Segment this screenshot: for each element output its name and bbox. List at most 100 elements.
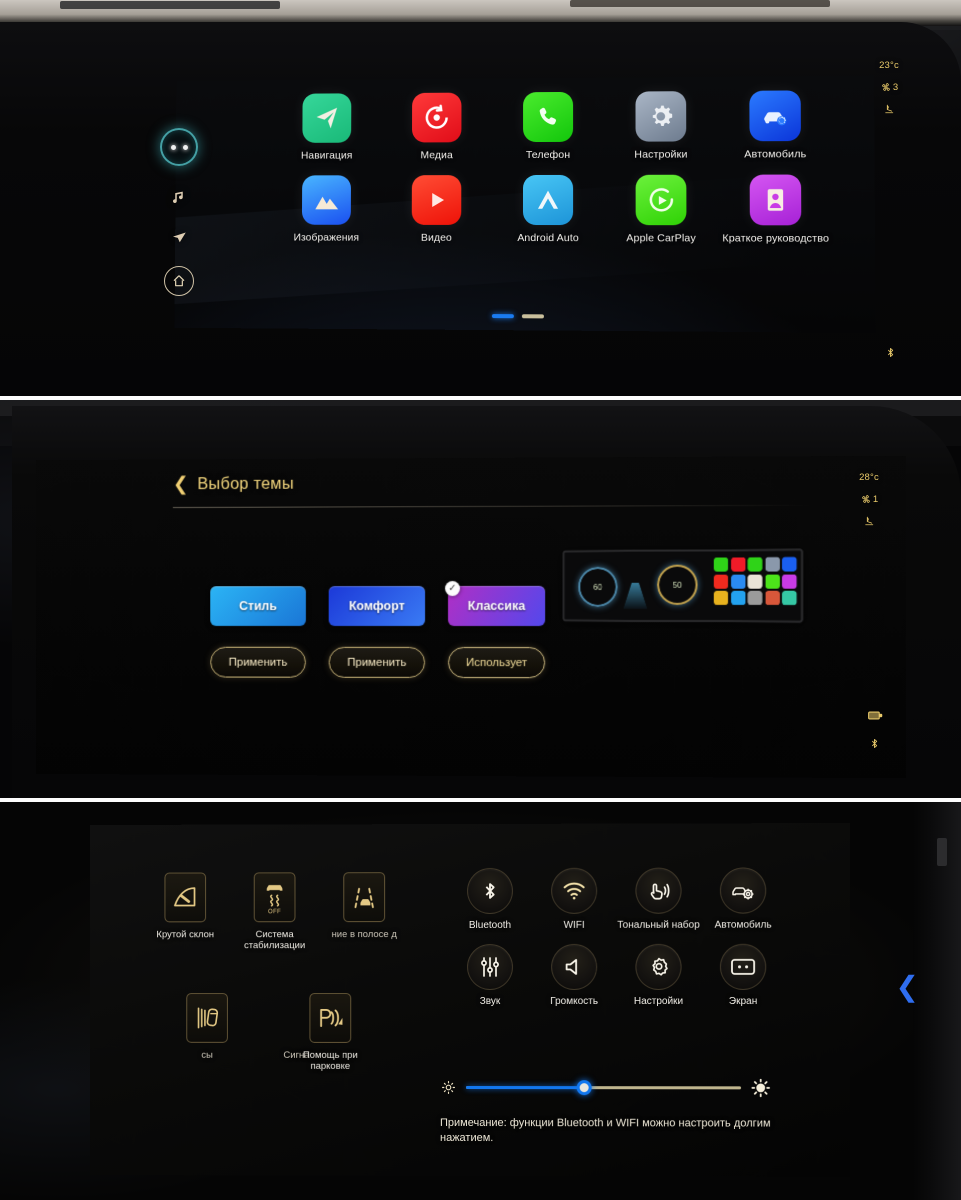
panel-theme-selection: ❮ Выбор темы Стиль Комфорт ✓ Классика Пр… <box>0 400 961 798</box>
app-settings[interactable]: Настройки <box>604 91 718 161</box>
theme-card-comfort[interactable]: Комфорт <box>328 586 426 626</box>
car-settings-icon <box>719 867 767 914</box>
quick-toggle-label: WIFI <box>563 919 585 931</box>
app-apple-carplay[interactable]: Apple CarPlay <box>604 174 718 245</box>
quick-toggle-label: Тональный набор <box>617 919 700 931</box>
display-bezel-right <box>913 802 961 1200</box>
fan-speed: 1 <box>860 493 878 505</box>
theme-action-row: Применить Применить Использует <box>210 646 546 679</box>
app-android-auto[interactable]: Android Auto <box>492 174 604 245</box>
app-label: Apple CarPlay <box>626 232 696 245</box>
vehicle-function-label: Помощь при парковке <box>302 1049 358 1072</box>
vehicle-function-blind-spot[interactable]: сы <box>173 993 240 1072</box>
vehicle-functions-row: Крутой склон OFF Система стабилизации ни… <box>152 872 399 951</box>
app-label: Краткое руководство <box>722 232 830 245</box>
panel-divider <box>0 798 961 802</box>
infotainment-display: ❮ Выбор темы Стиль Комфорт ✓ Классика Пр… <box>36 455 906 779</box>
app-label: Автомобиль <box>744 148 807 161</box>
theme-preview-thumbnail[interactable]: 60 50 <box>562 548 804 623</box>
quick-toggle-screen[interactable]: Экран <box>701 943 786 1007</box>
quick-toggle-vehicle[interactable]: Автомобиль <box>701 867 786 931</box>
touch-tone-icon <box>635 867 682 914</box>
quick-toggle-wifi[interactable]: WIFI <box>532 867 616 932</box>
panel-quick-settings: Крутой склон OFF Система стабилизации ни… <box>0 802 961 1200</box>
app-phone[interactable]: Телефон <box>492 91 604 161</box>
page-dot-active[interactable] <box>491 314 514 319</box>
vehicle-functions-row: сы Сигна Помощь при парковке <box>173 993 398 1072</box>
quick-toggle-volume[interactable]: Громкость <box>532 943 616 1007</box>
chevron-left-icon[interactable]: ❮ <box>173 474 189 495</box>
vehicle-function-stability-control[interactable]: OFF Система стабилизации <box>241 872 309 951</box>
quick-guide-icon <box>749 174 802 226</box>
settings-gear-icon <box>635 91 687 142</box>
apple-carplay-icon <box>635 174 687 226</box>
seat-heating-icon <box>883 103 896 116</box>
preview-car-graphic <box>623 583 647 609</box>
hill-descent-icon <box>164 872 207 923</box>
settings-gear-icon <box>635 943 682 990</box>
voice-assistant-orb-icon[interactable] <box>160 128 198 166</box>
quick-toggle-label: Настройки <box>633 995 684 1007</box>
quick-toggle-label: Bluetooth <box>468 919 512 931</box>
quick-toggle-sound[interactable]: Звук <box>448 943 532 1007</box>
selected-check-icon: ✓ <box>445 581 461 597</box>
app-label: Android Auto <box>517 232 579 245</box>
car-settings-icon <box>749 90 801 142</box>
vehicle-function-label: Система стабилизации <box>244 929 306 952</box>
page-dot-inactive[interactable] <box>521 314 544 319</box>
gauge-right-value: 50 <box>672 580 682 590</box>
lane-keeping-icon <box>343 872 386 923</box>
vehicle-function-hill-descent[interactable]: Крутой склон <box>152 872 219 951</box>
app-quick-guide[interactable]: Краткое руководство <box>718 174 834 245</box>
fan-speed-value: 1 <box>872 493 879 505</box>
quick-toggle-label: Громкость <box>550 995 599 1007</box>
theme-chooser: Стиль Комфорт ✓ Классика Применить Приме… <box>210 581 546 679</box>
page-title: Выбор темы <box>197 474 294 494</box>
app-navigation[interactable]: Навигация <box>272 93 382 162</box>
brightness-low-icon <box>440 1078 457 1095</box>
theme-card-style[interactable]: Стиль <box>210 586 306 626</box>
preview-gauge-right: 50 <box>657 564 698 605</box>
app-media[interactable]: Медиа <box>381 92 492 161</box>
page-indicator[interactable] <box>175 312 876 321</box>
quick-toggle-touch-tone[interactable]: Тональный набор <box>616 867 700 932</box>
home-icon[interactable] <box>164 266 194 296</box>
quick-toggle-label: Автомобиль <box>714 919 772 931</box>
music-note-icon[interactable] <box>170 188 188 206</box>
theme-label: Стиль <box>239 599 277 614</box>
app-label: Изображения <box>293 231 360 244</box>
infotainment-display: Навигация Медиа Телефон Настройки Автомо… <box>174 75 876 333</box>
panel-home-screen: Навигация Медиа Телефон Настройки Автомо… <box>0 0 961 396</box>
battery-icon <box>868 710 883 721</box>
side-rail <box>160 128 198 296</box>
vehicle-function-lane-keeping[interactable]: ние в полосе д <box>330 872 398 951</box>
images-icon <box>301 175 351 225</box>
theme-card-classic[interactable]: ✓ Классика <box>445 581 546 627</box>
vehicle-function-label: ние в полосе д <box>331 929 397 941</box>
brightness-track[interactable] <box>466 1079 742 1095</box>
quick-toggle-settings[interactable]: Настройки <box>616 943 700 1007</box>
in-use-button-classic[interactable]: Использует <box>448 646 546 679</box>
theme-label: Комфорт <box>348 599 405 614</box>
quick-toggle-label: Экран <box>728 995 758 1007</box>
apply-button-comfort[interactable]: Применить <box>328 646 426 678</box>
app-images[interactable]: Изображения <box>272 175 382 244</box>
bluetooth-icon <box>868 736 881 751</box>
equalizer-icon <box>467 943 514 990</box>
brightness-knob[interactable] <box>576 1079 592 1095</box>
chevron-left-icon[interactable]: ❮ <box>896 970 919 1003</box>
hint-note: Примечание: функции Bluetooth и WIFI мож… <box>440 1116 771 1145</box>
blind-spot-icon <box>186 993 228 1043</box>
brightness-slider[interactable] <box>440 1076 771 1098</box>
climate-status: 23°c 3 <box>879 60 899 116</box>
bluetooth-icon <box>467 867 514 915</box>
navigation-arrow-icon[interactable] <box>170 228 188 246</box>
quick-toggle-bluetooth[interactable]: Bluetooth <box>448 867 532 932</box>
apply-button-style[interactable]: Применить <box>210 646 306 678</box>
climate-status: 28°c 1 <box>859 472 879 528</box>
app-vehicle[interactable]: Автомобиль <box>718 90 833 160</box>
app-video[interactable]: Видео <box>381 175 492 244</box>
stability-control-off-icon: OFF <box>253 872 296 923</box>
preview-gauges: 60 50 <box>570 556 709 617</box>
infotainment-display: Крутой склон OFF Система стабилизации ни… <box>90 822 851 1178</box>
